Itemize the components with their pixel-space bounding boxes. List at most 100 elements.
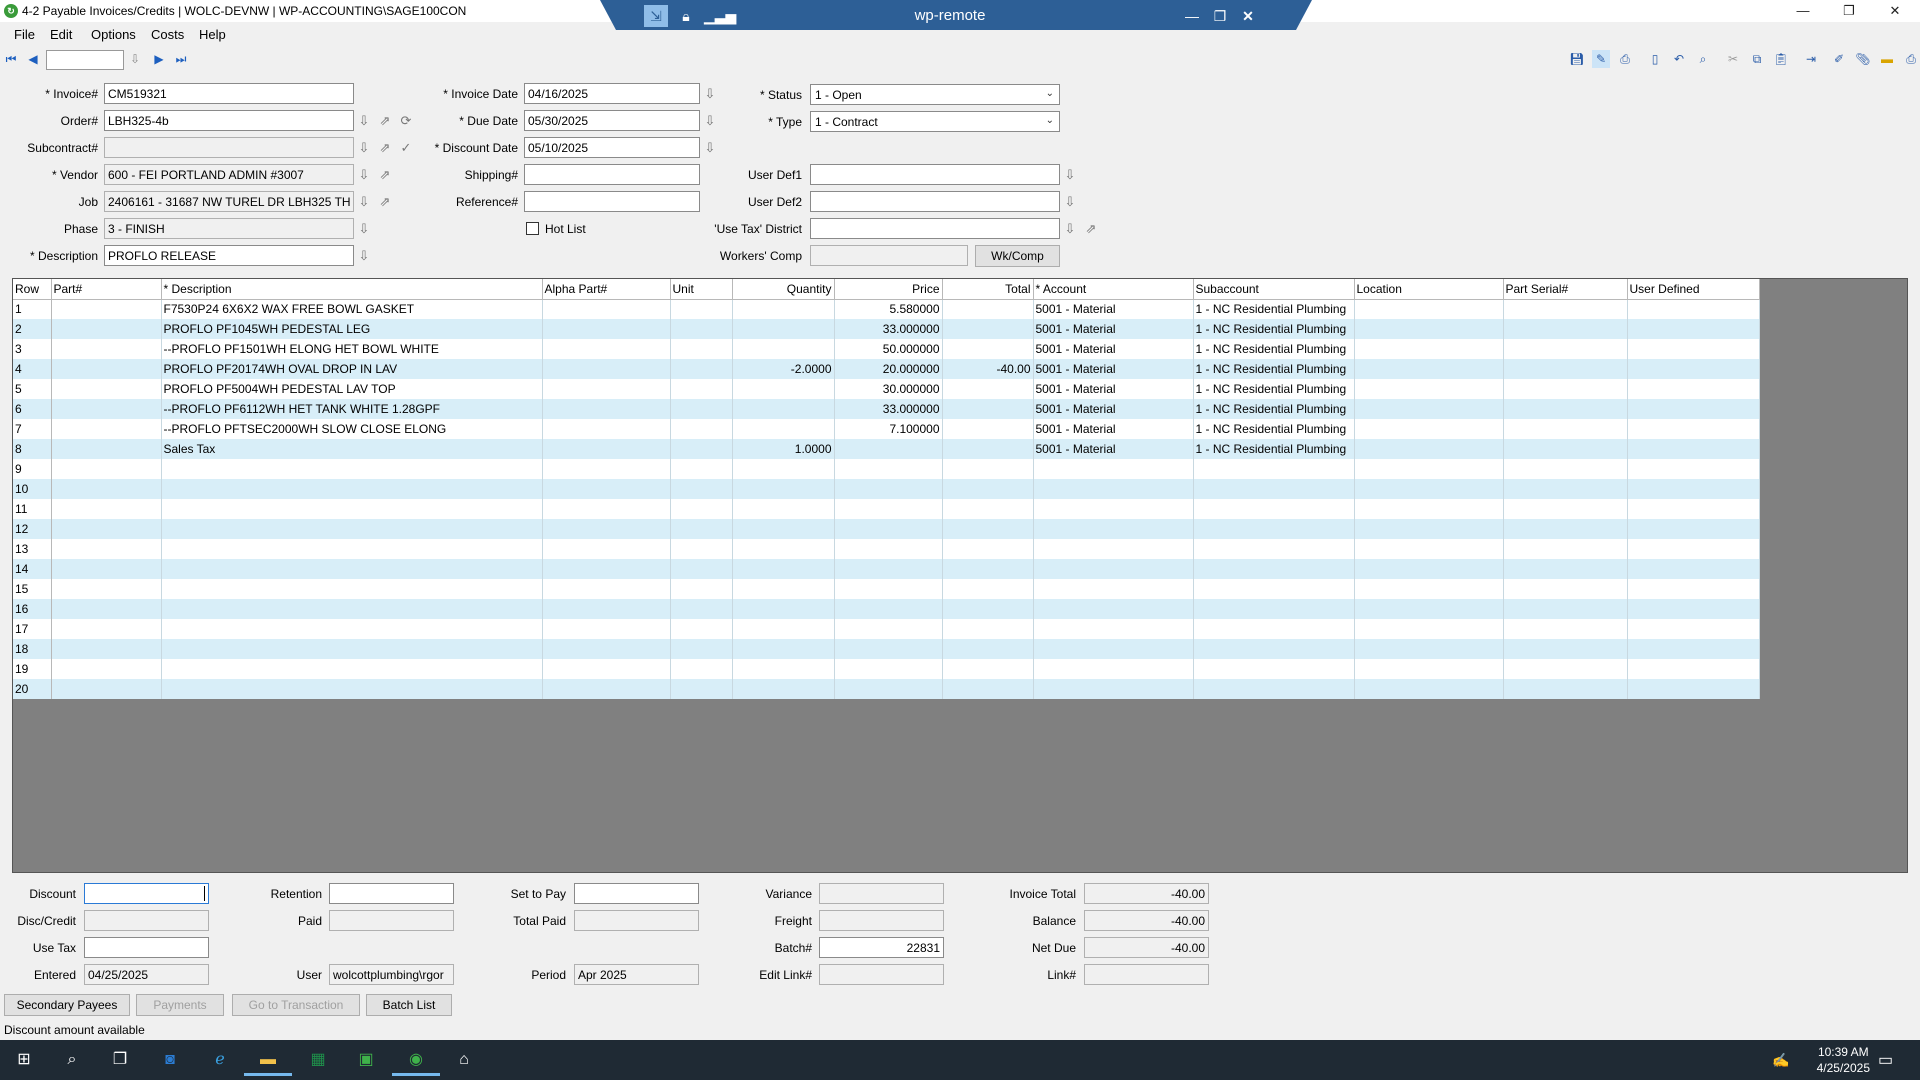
table-cell[interactable]: 5001 - Material (1033, 419, 1194, 439)
table-cell[interactable] (732, 579, 835, 599)
table-cell[interactable] (1503, 579, 1628, 599)
table-cell[interactable] (942, 459, 1034, 479)
table-row[interactable]: 17 (13, 619, 1760, 639)
table-row[interactable]: 5 PROFLO PF5004WH PEDESTAL LAV TOP 30.0000… (13, 379, 1760, 399)
table-cell[interactable] (1627, 339, 1760, 359)
print-preview-icon[interactable]: ⎙ (1902, 50, 1920, 68)
entered-field[interactable]: 04/25/2025 (84, 964, 209, 985)
table-cell[interactable]: 5001 - Material (1033, 359, 1194, 379)
table-cell[interactable] (732, 659, 835, 679)
table-cell[interactable] (1627, 419, 1760, 439)
table-cell[interactable] (1503, 639, 1628, 659)
task-view-icon[interactable]: ❐ (96, 1044, 144, 1076)
drilldown-icon[interactable]: ⇗ (1083, 220, 1099, 238)
paid-field[interactable] (329, 910, 454, 931)
table-cell[interactable] (51, 379, 162, 399)
user-def2-field[interactable] (810, 191, 1060, 212)
table-cell[interactable] (1627, 619, 1760, 639)
table-cell[interactable] (942, 519, 1034, 539)
column-header[interactable]: Total (942, 279, 1034, 300)
table-cell[interactable] (1627, 559, 1760, 579)
drilldown-icon[interactable]: ⇗ (377, 166, 393, 184)
table-cell[interactable] (1033, 579, 1194, 599)
table-row[interactable]: 13 (13, 539, 1760, 559)
table-cell[interactable] (834, 659, 943, 679)
table-cell[interactable] (1354, 459, 1504, 479)
table-cell[interactable]: 5001 - Material (1033, 439, 1194, 459)
table-cell[interactable] (542, 379, 671, 399)
table-cell[interactable] (1193, 479, 1355, 499)
table-cell[interactable] (1627, 379, 1760, 399)
calendar-dropdown-icon[interactable]: ⇩ (702, 139, 718, 157)
table-cell[interactable]: 5001 - Material (1033, 319, 1194, 339)
table-cell[interactable] (1354, 579, 1504, 599)
lookup-arrow-icon[interactable]: ⇩ (356, 220, 372, 238)
table-cell[interactable] (942, 599, 1034, 619)
table-cell[interactable] (670, 379, 733, 399)
user-def1-field[interactable] (810, 164, 1060, 185)
table-cell[interactable] (1503, 679, 1628, 699)
table-cell[interactable] (1503, 319, 1628, 339)
table-row[interactable]: 19 (13, 659, 1760, 679)
table-row[interactable]: 2 PROFLO PF1045WH PEDESTAL LEG 33.000000 50… (13, 319, 1760, 339)
remote-restore-icon[interactable]: ❐ (1208, 5, 1232, 27)
table-cell[interactable] (1193, 659, 1355, 679)
table-cell[interactable]: 1 - NC Residential Plumbing (1193, 339, 1355, 359)
table-row[interactable]: 8 Sales Tax 1.0000 5001 - Material 1 - NC Re… (13, 439, 1760, 459)
table-cell[interactable] (1627, 479, 1760, 499)
table-cell[interactable] (1627, 539, 1760, 559)
lookup-arrow-icon[interactable]: ⇩ (356, 193, 372, 211)
notes-icon[interactable]: ✐ (1830, 50, 1848, 68)
table-cell[interactable] (670, 659, 733, 679)
table-cell[interactable] (542, 639, 671, 659)
subcontract-field[interactable] (104, 137, 354, 158)
table-cell[interactable] (1627, 579, 1760, 599)
lookup-arrow-icon[interactable]: ⇩ (128, 52, 142, 66)
table-cell[interactable] (942, 339, 1034, 359)
table-cell[interactable] (942, 579, 1034, 599)
table-cell[interactable] (1354, 319, 1504, 339)
table-cell[interactable] (161, 619, 543, 639)
import-icon[interactable]: ⇥ (1802, 50, 1820, 68)
table-cell[interactable] (670, 419, 733, 439)
status-select[interactable]: 1 - Open ⌄ (810, 84, 1060, 105)
table-row[interactable]: 12 (13, 519, 1760, 539)
table-cell[interactable] (1354, 419, 1504, 439)
table-cell[interactable] (51, 419, 162, 439)
line-items-grid[interactable]: Row Part# * Description Alpha Part# Unit Quan… (12, 278, 1908, 873)
table-row[interactable]: 1 F7530P24 6X6X2 WAX FREE BOWL GASKET 5.58… (13, 299, 1760, 319)
go-to-transaction-button[interactable]: Go to Transaction (232, 994, 360, 1016)
table-cell[interactable] (942, 399, 1034, 419)
table-cell[interactable] (834, 619, 943, 639)
previous-record-icon[interactable]: ◀ (26, 52, 40, 66)
record-lookup-input[interactable] (46, 50, 124, 70)
table-cell[interactable] (1033, 639, 1194, 659)
description-field[interactable]: PROFLO RELEASE (104, 245, 354, 266)
print-icon[interactable]: ⎙ (1616, 50, 1634, 68)
job-field[interactable]: 2406161 - 31687 NW TUREL DR LBH325 TH (104, 191, 354, 212)
table-cell[interactable] (161, 679, 543, 699)
table-cell[interactable]: PROFLO PF5004WH PEDESTAL LAV TOP (161, 379, 543, 399)
table-cell[interactable]: 1 - NC Residential Plumbing (1193, 379, 1355, 399)
attachment-icon[interactable]: 📎︎ (1854, 50, 1872, 68)
table-cell[interactable] (670, 519, 733, 539)
drilldown-icon[interactable]: ⇗ (377, 112, 393, 130)
invoice-field[interactable]: CM519321 (104, 83, 354, 104)
table-cell[interactable] (1033, 619, 1194, 639)
table-cell[interactable] (51, 619, 162, 639)
column-header[interactable]: Price (834, 279, 943, 300)
table-cell[interactable] (1193, 519, 1355, 539)
windows-start-icon[interactable]: ⊞ (0, 1044, 48, 1076)
table-cell[interactable] (1354, 399, 1504, 419)
vendor-field[interactable]: 600 - FEI PORTLAND ADMIN #3007 (104, 164, 354, 185)
table-cell[interactable] (732, 639, 835, 659)
edge-icon[interactable]: ℯ (196, 1044, 244, 1076)
table-cell[interactable] (1354, 599, 1504, 619)
table-cell[interactable] (942, 639, 1034, 659)
table-cell[interactable] (1627, 639, 1760, 659)
table-cell[interactable] (1033, 519, 1194, 539)
column-header[interactable]: * Description (161, 279, 543, 300)
table-cell[interactable] (670, 479, 733, 499)
table-cell[interactable] (542, 439, 671, 459)
table-cell[interactable] (51, 539, 162, 559)
